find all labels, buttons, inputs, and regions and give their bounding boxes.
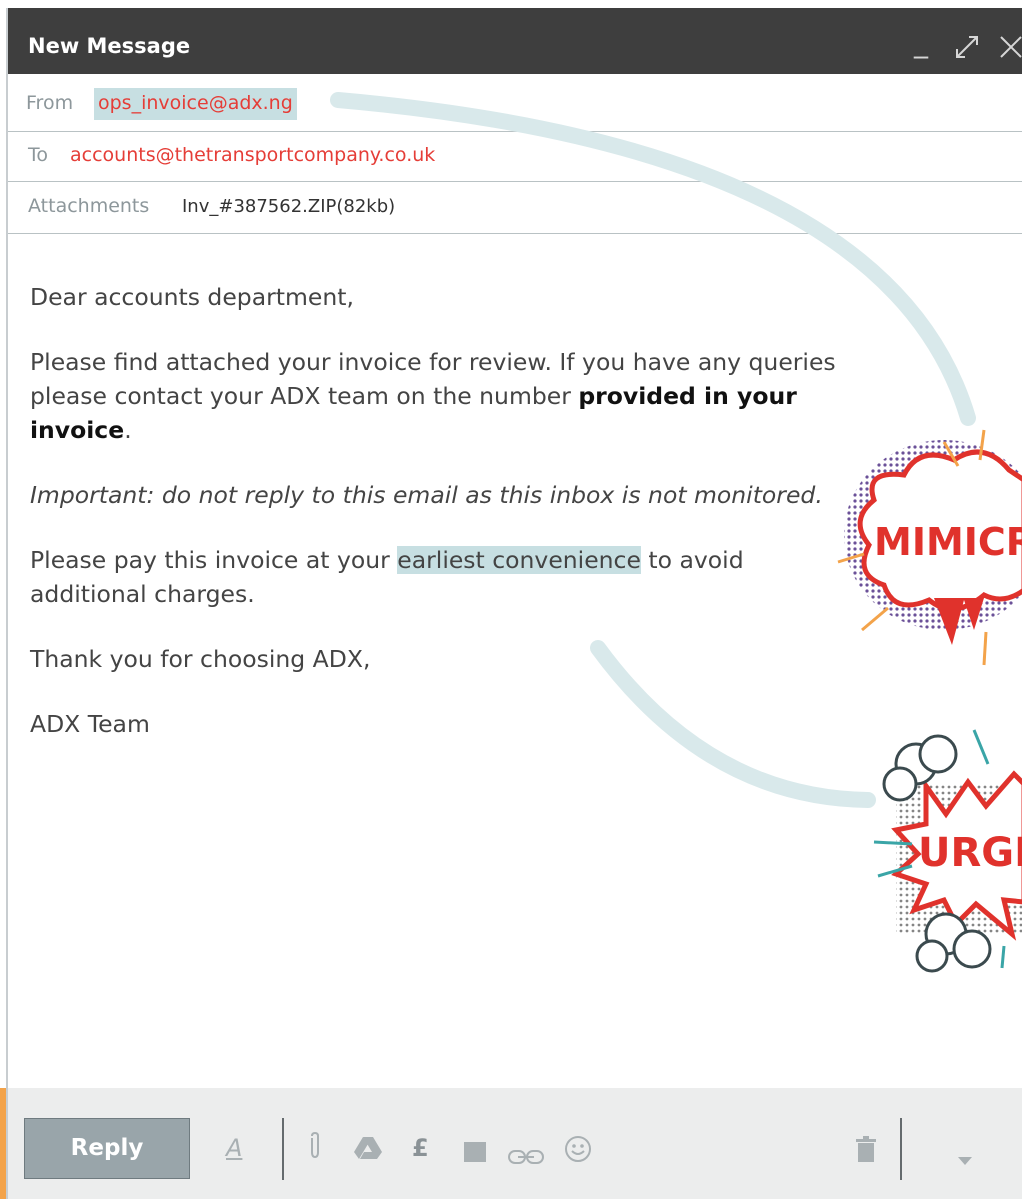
emoji-icon[interactable] [564, 1135, 592, 1170]
format-text-icon[interactable]: A [226, 1133, 242, 1163]
paragraph-important: Important: do not reply to this email as… [30, 478, 850, 512]
signature: ADX Team [30, 710, 150, 738]
highlighted-urgency-text: earliest convenience [397, 546, 641, 574]
reply-button[interactable]: Reply [24, 1118, 190, 1179]
mimicry-sticker: MIMICR [834, 420, 1022, 670]
urgency-text: URGE [918, 830, 1022, 876]
toolbar-divider [282, 1118, 284, 1180]
important-notice: Important: do not reply to this email as… [30, 481, 823, 509]
pound-icon[interactable]: £ [412, 1133, 429, 1163]
accent-strip [0, 1088, 6, 1199]
mimicry-text: MIMICR [874, 520, 1022, 564]
compose-window: New Message _ From ops_invoice@adx.ng To… [6, 8, 1022, 1199]
paragraph-pay: Please pay this invoice at your earliest… [30, 543, 850, 611]
toolbar-divider-2 [900, 1118, 902, 1180]
message-body[interactable]: Dear accounts department, Please find at… [30, 280, 850, 772]
mimicry-burst-icon: MIMICR [837, 429, 1022, 666]
attach-icon[interactable] [308, 1131, 322, 1167]
paragraph-pay-start: Please pay this invoice at your [30, 546, 398, 574]
period: . [124, 416, 132, 444]
trash-icon[interactable] [856, 1136, 876, 1169]
greeting: Dear accounts department, [30, 283, 354, 311]
closing: Thank you for choosing ADX, [30, 645, 371, 673]
photo-icon[interactable] [464, 1139, 486, 1169]
more-options-icon[interactable] [958, 1143, 972, 1173]
urgency-sticker: URGE [856, 724, 1022, 984]
urgency-burst-icon: URGE [873, 729, 1022, 973]
paragraph-invoice: Please find attached your invoice for re… [30, 345, 850, 447]
drive-icon[interactable] [354, 1136, 382, 1167]
compose-toolbar: Reply A £ [8, 1088, 1022, 1199]
link-icon[interactable] [508, 1142, 544, 1172]
